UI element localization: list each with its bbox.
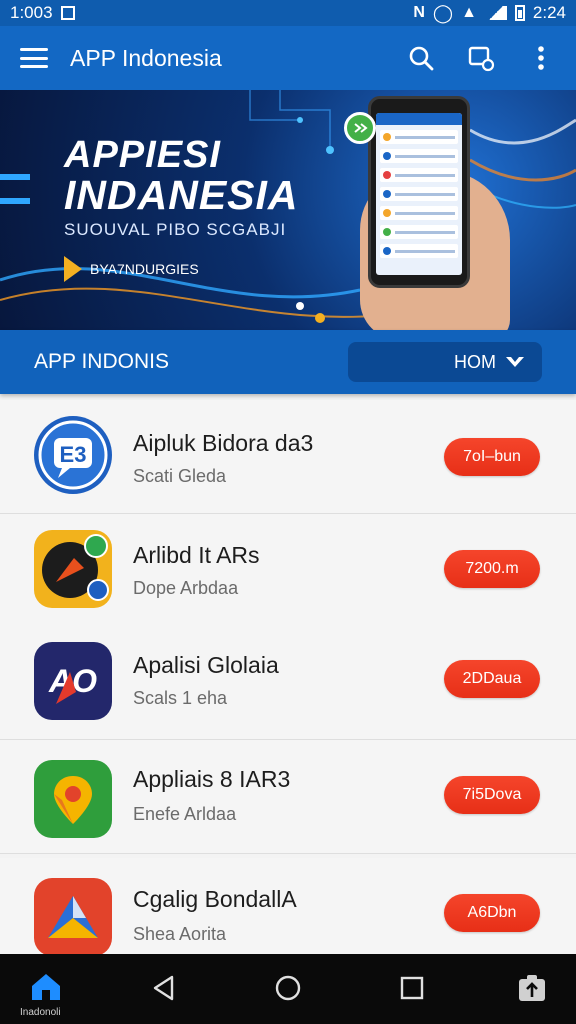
install-button[interactable]: 7i5Dova — [444, 776, 540, 814]
app-subtitle: Scati Gleda — [133, 466, 227, 486]
list-item[interactable]: Appliais 8 IAR3 Enefe Arldaa 7i5Dova — [0, 740, 576, 854]
section-dropdown-button[interactable]: HOM — [348, 342, 542, 382]
status-bar: 1:003 N ◯ ▲ 2:24 — [0, 0, 576, 26]
banner-brand: BYA7NDURGIES — [64, 256, 199, 282]
app-subtitle: Dope Arbdaa — [133, 578, 239, 598]
search-icon[interactable] — [406, 43, 436, 73]
app-name: Appliais 8 IAR3 — [133, 766, 291, 792]
banner-subtitle: SUOUVAL PIBO SCGABJI — [64, 220, 287, 239]
sport-app-icon — [34, 530, 112, 608]
install-button[interactable]: 2DDaua — [444, 660, 540, 698]
back-icon[interactable] — [140, 968, 188, 1008]
menu-icon[interactable] — [20, 48, 48, 68]
status-clock: 2:24 — [532, 3, 566, 22]
maps-app-icon — [34, 760, 112, 838]
home-label: Inadonoli — [20, 1007, 61, 1018]
section-dropdown-label: HOM — [454, 351, 496, 372]
recents-icon[interactable] — [388, 968, 436, 1008]
notification-icon — [60, 6, 75, 20]
app-name: Arlibd It ARs — [133, 542, 260, 568]
circle-home-icon[interactable] — [264, 968, 312, 1008]
list-item[interactable]: Cgalig BondallA Shea Aorita A6Dbn — [0, 858, 576, 954]
wifi-icon: ▲ — [461, 4, 477, 21]
list-item[interactable]: E3 Aipluk Bidora da3 Scati Gleda 7oІ–bun — [0, 400, 576, 514]
app-subtitle: Scals 1 eha — [133, 688, 228, 708]
app-title: APP Indonesia — [70, 44, 222, 71]
battery-icon — [514, 5, 525, 21]
chat-app-icon: E3 — [34, 416, 112, 494]
install-button[interactable]: A6Dbn — [444, 894, 540, 932]
more-vert-icon[interactable] — [526, 43, 556, 73]
alarm-icon: ◯ — [432, 2, 454, 23]
list-item[interactable]: Arlibd It ARs Dope Arbdaa 7200.m — [0, 514, 576, 628]
section-header: APP INDONIS HOM — [0, 330, 576, 394]
app-subtitle: Shea Aorita — [133, 924, 227, 944]
home-icon[interactable] — [22, 966, 70, 1006]
svg-text:E3: E3 — [60, 442, 87, 467]
device-icon[interactable] — [466, 43, 496, 73]
play-icon — [64, 256, 82, 282]
signal-icon — [484, 6, 507, 20]
app-subtitle: Enefe Arldaa — [133, 804, 237, 824]
nfc-badge-icon — [344, 112, 376, 144]
section-title: APP INDONIS — [34, 350, 169, 373]
nfc-icon: N — [413, 4, 425, 21]
install-button[interactable]: 7oІ–bun — [444, 438, 540, 476]
banner-title: APPIESI — [64, 134, 221, 176]
bottom-navigation: Inadonoli — [0, 954, 576, 1024]
list-item[interactable]: AO Apalisi Glolaia Scals 1 eha 2DDaua — [0, 626, 576, 740]
promo-banner[interactable]: APPIESI INDANESIA SUOUVAL PIBO SCGABJI B… — [0, 90, 576, 330]
drive-app-icon — [34, 878, 112, 954]
install-button[interactable]: 7200.m — [444, 550, 540, 588]
share-icon[interactable] — [508, 968, 556, 1008]
app-bar: APP Indonesia — [0, 26, 576, 90]
phone-illustration — [368, 96, 470, 288]
status-time: 1:003 — [10, 3, 53, 22]
app-name: Apalisi Glolaia — [133, 652, 279, 678]
app-name: Cgalig BondallA — [133, 886, 297, 912]
check-down-icon — [506, 357, 524, 367]
ab-app-icon: AO — [34, 642, 112, 720]
banner-brand-label: BYA7NDURGIES — [90, 261, 199, 277]
banner-title-line2: INDANESIA — [64, 172, 299, 218]
app-name: Aipluk Bidora da3 — [133, 430, 314, 456]
app-list: E3 Aipluk Bidora da3 Scati Gleda 7oІ–bun… — [0, 400, 576, 954]
